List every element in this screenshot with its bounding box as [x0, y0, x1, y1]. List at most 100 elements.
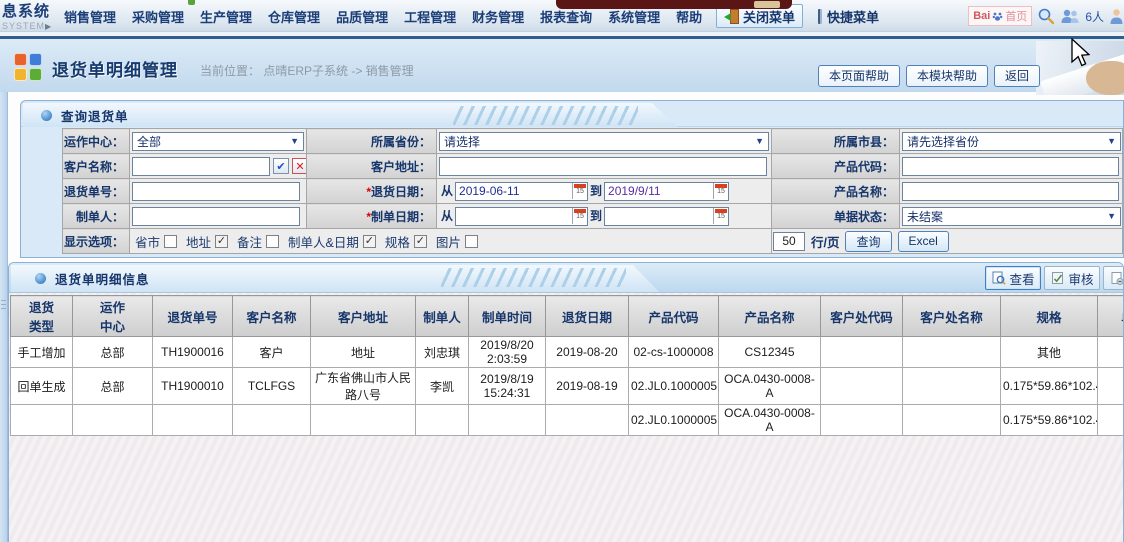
cell: 李凯 [416, 368, 469, 405]
erp-screen: 息系统 SYSTEM▶ 销售管理采购管理生产管理仓库管理品质管理工程管理财务管理… [0, 0, 1124, 542]
menu-item[interactable]: 销售管理 [64, 7, 116, 26]
search-icon[interactable] [1037, 7, 1055, 25]
return-type-link[interactable]: 回单生成 [11, 368, 73, 405]
menu-item[interactable]: 帮助 [676, 7, 702, 26]
page-size-input[interactable] [773, 232, 805, 251]
online-users-count[interactable]: 6人 [1085, 8, 1104, 25]
calendar-icon[interactable] [572, 183, 587, 199]
cell: 0.175*59.86*102.45 [1001, 368, 1098, 405]
product-code-input[interactable] [902, 157, 1119, 176]
bullet-sphere-icon [35, 273, 46, 284]
cell: 广东省佛山市人民路八号 [311, 368, 416, 405]
make-date-from-input[interactable] [456, 208, 572, 225]
expand-arrow-icon[interactable]: ▶ [45, 22, 52, 31]
cell: 客户 [233, 337, 311, 368]
calendar-icon[interactable] [713, 208, 728, 224]
module-help-button[interactable]: 本模块帮助 [906, 65, 988, 87]
return-date-to-input[interactable] [605, 183, 713, 200]
back-button[interactable]: 返回 [994, 65, 1040, 87]
tab-stripes-decoration [453, 106, 638, 125]
checkbox-unchecked-icon[interactable] [164, 235, 177, 248]
invalidate-button[interactable]: 作 [1103, 266, 1124, 290]
product-name-input[interactable] [902, 182, 1119, 201]
customer-clear-icon[interactable]: ✕ [292, 158, 307, 174]
product-name-label: 产品名称： [772, 179, 900, 204]
online-users-icon[interactable] [1060, 8, 1080, 25]
city-select[interactable]: 请先选择省份▼ [902, 132, 1121, 151]
cell: 02-cs-1000008 [629, 337, 719, 368]
cell: P [1098, 337, 1124, 368]
maker-label: 制单人： [63, 204, 130, 229]
cell: P [1098, 368, 1124, 405]
date-to-label: 到 [590, 184, 602, 198]
return-type-link[interactable]: 手工增加 [11, 337, 73, 368]
make-date-label: *制单日期： [307, 204, 437, 229]
column-header: 运作 中心 [73, 296, 153, 337]
cell [903, 337, 1001, 368]
checkbox-checked-icon[interactable]: ✓ [414, 235, 427, 248]
checkbox-checked-icon[interactable]: ✓ [215, 235, 228, 248]
return-no-input[interactable] [132, 182, 300, 201]
province-select[interactable]: 请选择▼ [439, 132, 769, 151]
view-button[interactable]: 查看 [985, 266, 1041, 290]
menu-item[interactable]: 系统管理 [608, 7, 660, 26]
baidu-logo-text: Bai [973, 10, 990, 22]
menu-item[interactable]: 生产管理 [200, 7, 252, 26]
column-header: 制单时间 [469, 296, 546, 337]
customer-address-input[interactable] [439, 157, 767, 176]
query-form: 运作中心： 全部▼ 所属省份： 请选择▼ 所属市县： 请先选择省份▼ 客户名称：… [62, 128, 1123, 254]
collapsed-sidebar[interactable] [0, 92, 8, 542]
customer-name-input[interactable] [132, 157, 270, 176]
column-header: 单 [1098, 296, 1124, 337]
checkbox-unchecked-icon[interactable] [465, 235, 478, 248]
document-icon [1110, 271, 1124, 285]
menu-item[interactable]: 报表查询 [540, 7, 592, 26]
cell: 其他 [1001, 337, 1098, 368]
column-header: 退货单号 [153, 296, 233, 337]
page-title: 退货单明细管理 [52, 56, 178, 81]
page-help-button[interactable]: 本页面帮助 [818, 65, 900, 87]
menu-item[interactable]: 品质管理 [336, 7, 388, 26]
cell: 2019-08-20 [546, 337, 629, 368]
audit-button[interactable]: 审核 [1044, 266, 1100, 290]
column-header: 客户名称 [233, 296, 311, 337]
cell: 总部 [73, 337, 153, 368]
column-header: 产品名称 [719, 296, 821, 337]
baidu-home-link[interactable]: Bai 首页 [968, 6, 1032, 26]
column-header: 客户处代码 [821, 296, 903, 337]
customer-picker-icon[interactable]: ✔ [273, 158, 289, 174]
cell [416, 405, 469, 436]
return-date-from-input[interactable] [456, 183, 572, 200]
excel-export-button[interactable]: Excel [898, 231, 949, 252]
menu-item[interactable]: 仓库管理 [268, 7, 320, 26]
system-logo-text: 息系统 [2, 0, 62, 21]
product-code-label: 产品代码： [772, 154, 900, 179]
cell: TH1900016 [153, 337, 233, 368]
calendar-icon[interactable] [713, 183, 728, 199]
make-date-to-input[interactable] [605, 208, 713, 225]
cell: 总部 [73, 368, 153, 405]
doc-status-select[interactable]: 未结案▼ [902, 207, 1121, 226]
checkbox-checked-icon[interactable]: ✓ [363, 235, 376, 248]
quick-menu[interactable]: 快捷菜单 [818, 0, 879, 32]
city-label: 所属市县： [772, 129, 900, 154]
column-header: 规格 [1001, 296, 1098, 337]
cell: CS12345 [719, 337, 821, 368]
checkbox-unchecked-icon[interactable] [266, 235, 279, 248]
display-option-label: 制单人&日期 [288, 232, 359, 251]
menu-item[interactable]: 采购管理 [132, 7, 184, 26]
operation-center-select[interactable]: 全部▼ [132, 132, 304, 151]
sidebar-grip-icon[interactable] [1, 300, 6, 312]
menu-item[interactable]: 工程管理 [404, 7, 456, 26]
result-buttons: 查看 审核 作 [985, 266, 1124, 290]
maker-input[interactable] [132, 207, 300, 226]
cell [233, 405, 311, 436]
calendar-icon[interactable] [572, 208, 587, 224]
menu-item[interactable]: 财务管理 [472, 7, 524, 26]
panel-divider-icon[interactable] [818, 9, 822, 24]
query-tab: 查询退货单 [23, 103, 678, 127]
search-button[interactable]: 查询 [845, 231, 891, 252]
cell [821, 368, 903, 405]
result-panel: 退货单明细信息 查看 审核 作 退货 类型运作 中心退货单号客户名称客户地址制单… [8, 262, 1124, 542]
user-icon[interactable] [1109, 8, 1124, 25]
